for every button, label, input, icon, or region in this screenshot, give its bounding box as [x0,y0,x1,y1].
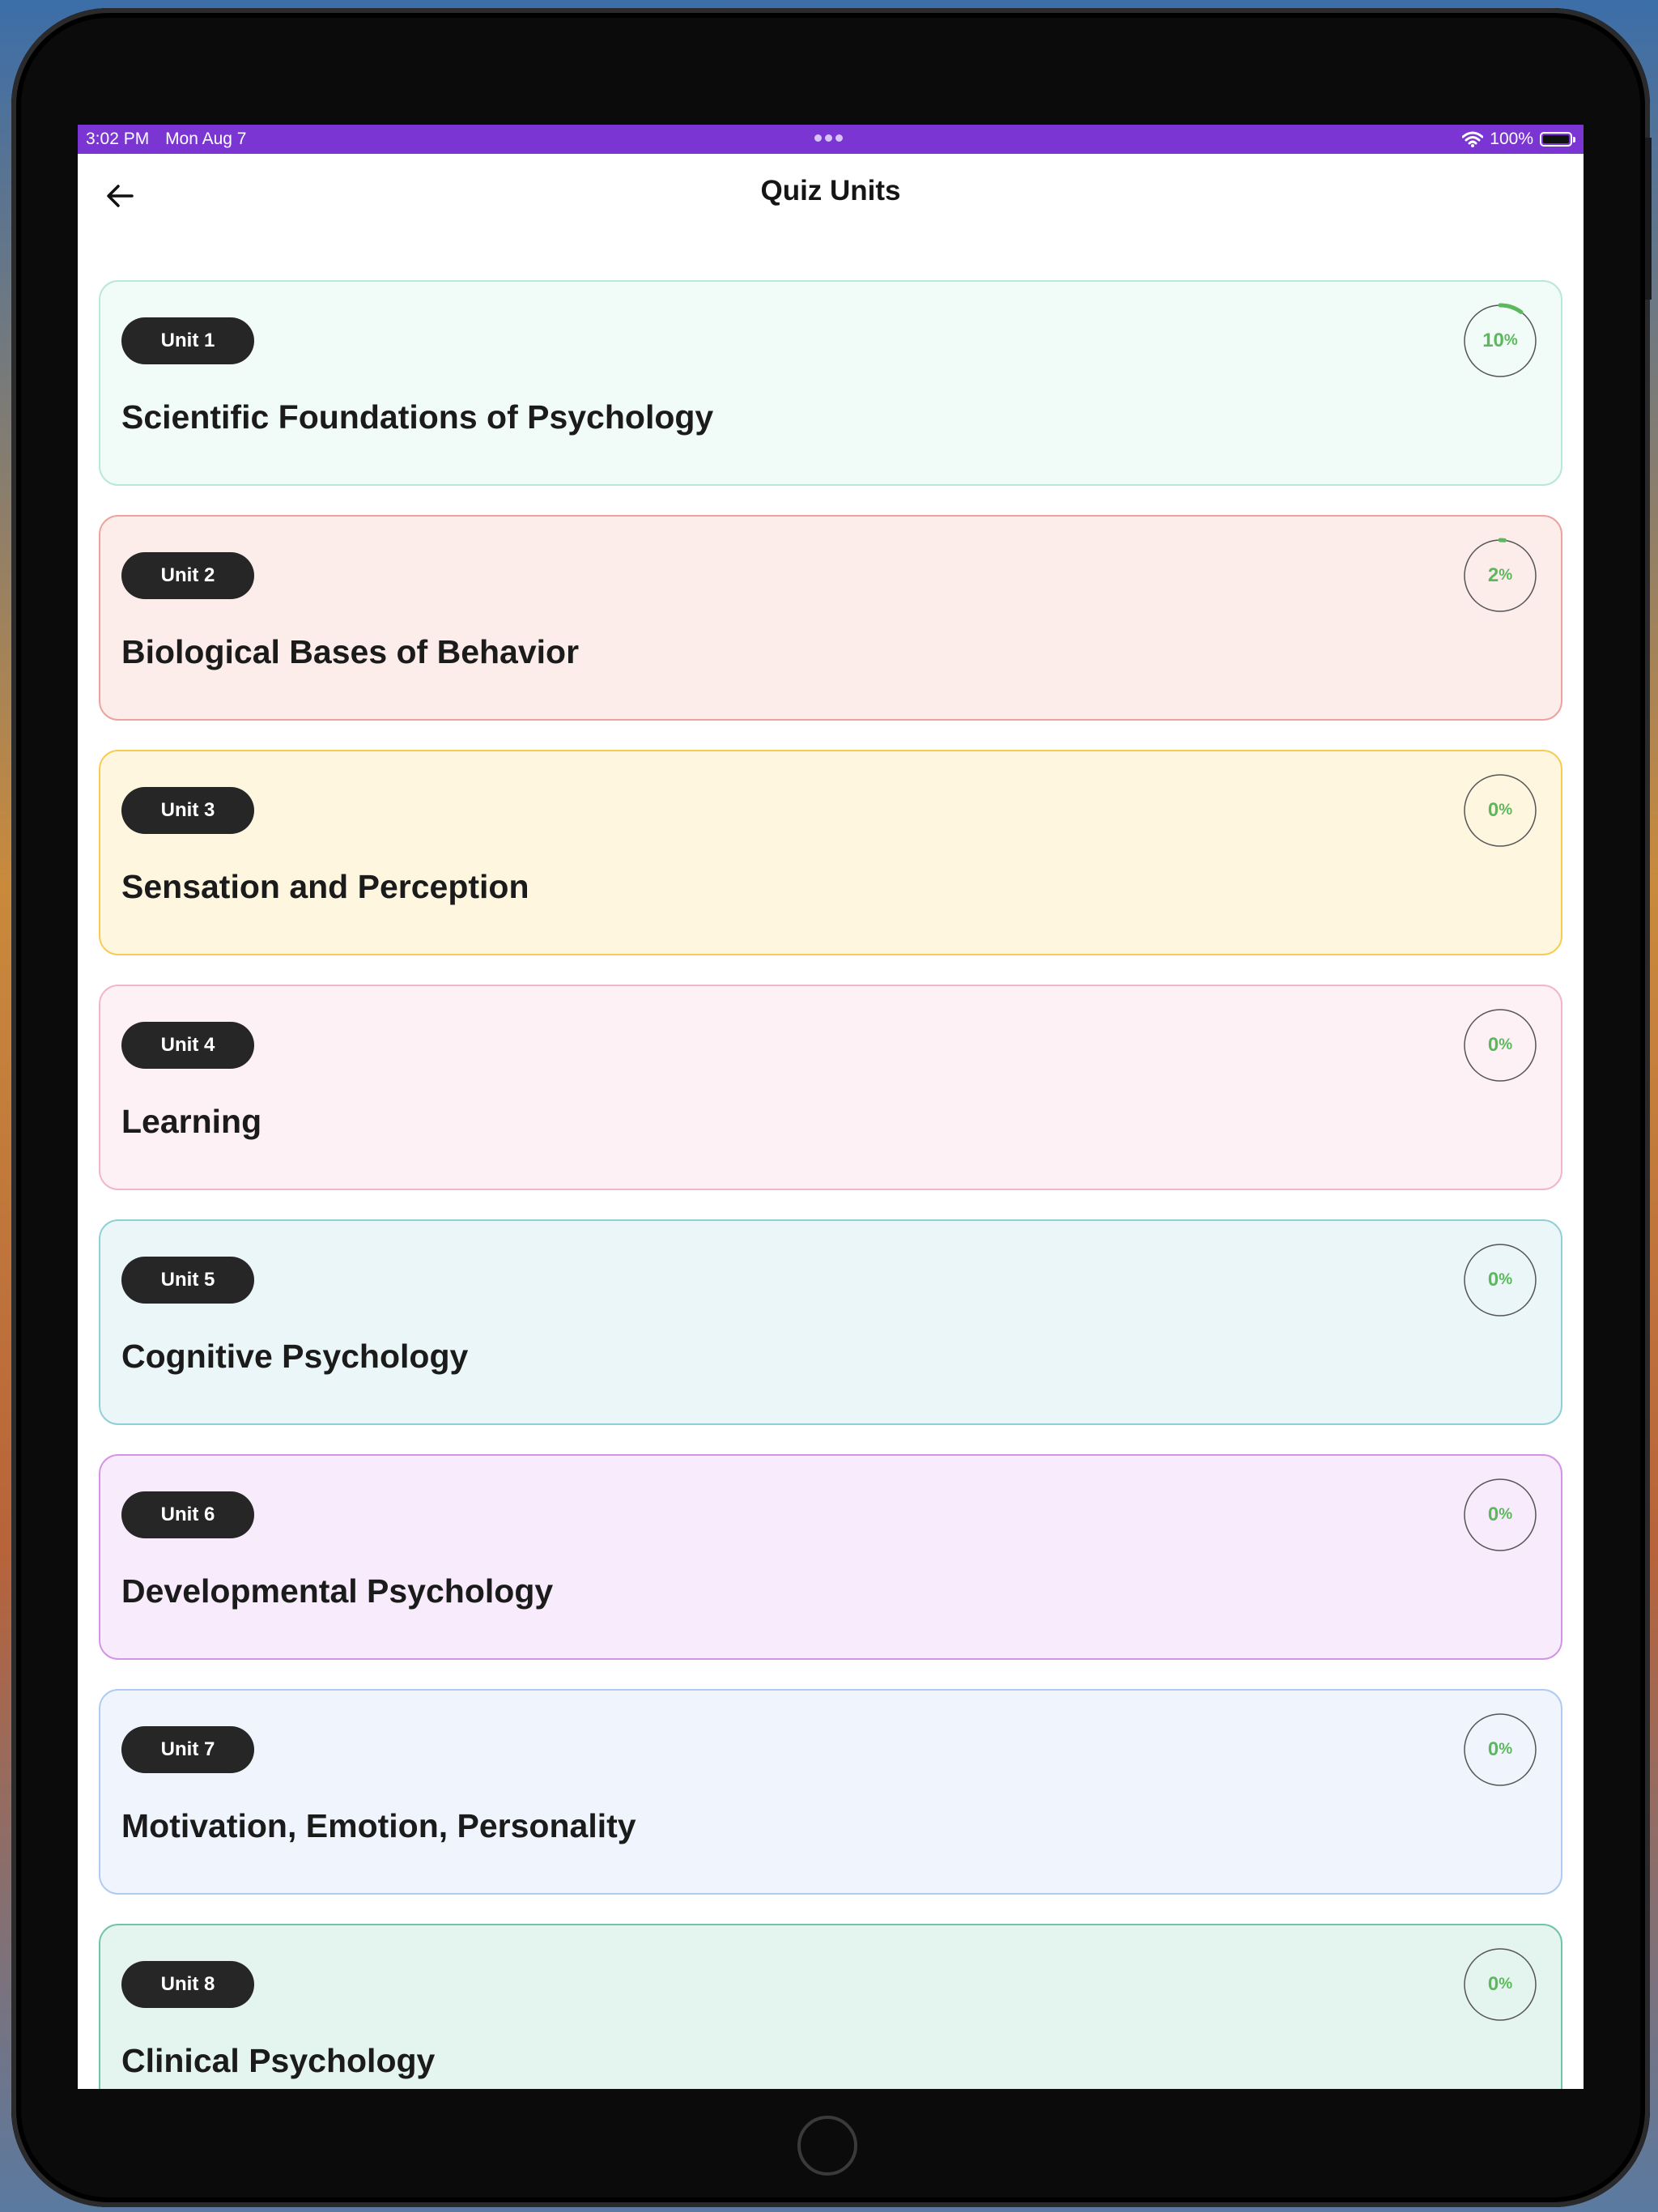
status-time: 3:02 PM [86,130,150,148]
status-time-date: 3:02 PM Mon Aug 7 [86,130,257,149]
progress-percent: 0% [1487,1738,1513,1760]
progress-ring: 10% [1462,303,1538,379]
unit-badge: Unit 1 [121,317,254,364]
unit-card[interactable]: Unit 4 Learning 0% [99,985,1562,1190]
status-indicators: 100% [1462,130,1575,149]
progress-percent: 0% [1487,1504,1513,1525]
unit-badge: Unit 3 [121,787,254,834]
progress-percent: 10% [1482,330,1518,351]
unit-badge: Unit 2 [121,552,254,599]
unit-list: Unit 1 Scientific Foundations of Psychol… [99,280,1562,2089]
unit-card[interactable]: Unit 7 Motivation, Emotion, Personality … [99,1689,1562,1895]
wifi-icon [1462,131,1484,147]
progress-ring: 0% [1462,1477,1538,1553]
progress-percent: 0% [1487,1034,1513,1056]
app-screen: 3:02 PM Mon Aug 7 100% Quiz Units Unit 1… [78,125,1584,2089]
home-button[interactable] [797,2116,857,2176]
progress-percent: 2% [1487,564,1513,586]
progress-ring: 0% [1462,1946,1538,2023]
unit-title: Clinical Psychology [121,2042,436,2079]
progress-ring: 0% [1462,1242,1538,1318]
progress-percent: 0% [1487,799,1513,821]
progress-ring: 0% [1462,772,1538,849]
navigation-bar: Quiz Units [78,154,1584,240]
unit-title: Biological Bases of Behavior [121,633,580,670]
progress-ring: 0% [1462,1007,1538,1083]
status-bar: 3:02 PM Mon Aug 7 100% [78,125,1584,154]
unit-card[interactable]: Unit 3 Sensation and Perception 0% [99,750,1562,955]
side-button [1645,178,1652,300]
unit-card[interactable]: Unit 5 Cognitive Psychology 0% [99,1219,1562,1425]
unit-title: Learning [121,1103,262,1140]
unit-badge: Unit 6 [121,1491,254,1538]
progress-percent: 0% [1487,1973,1513,1995]
multitasking-dots-icon[interactable] [813,128,848,147]
unit-card[interactable]: Unit 2 Biological Bases of Behavior 2% [99,515,1562,721]
progress-ring: 2% [1462,538,1538,614]
unit-title: Motivation, Emotion, Personality [121,1807,636,1844]
unit-badge: Unit 8 [121,1961,254,2008]
progress-percent: 0% [1487,1269,1513,1291]
unit-badge: Unit 7 [121,1726,254,1773]
unit-title: Developmental Psychology [121,1572,554,1610]
battery-icon [1540,132,1575,147]
unit-badge: Unit 4 [121,1022,254,1069]
progress-ring: 0% [1462,1712,1538,1788]
unit-title: Scientific Foundations of Psychology [121,398,714,436]
unit-title: Sensation and Perception [121,868,529,905]
unit-card[interactable]: Unit 8 Clinical Psychology 0% [99,1924,1562,2089]
battery-percent: 100% [1490,130,1533,148]
unit-card[interactable]: Unit 6 Developmental Psychology 0% [99,1454,1562,1660]
page-title: Quiz Units [760,175,901,206]
unit-title: Cognitive Psychology [121,1338,469,1375]
unit-badge: Unit 5 [121,1257,254,1304]
unit-card[interactable]: Unit 1 Scientific Foundations of Psychol… [99,280,1562,486]
status-date: Mon Aug 7 [165,130,247,148]
